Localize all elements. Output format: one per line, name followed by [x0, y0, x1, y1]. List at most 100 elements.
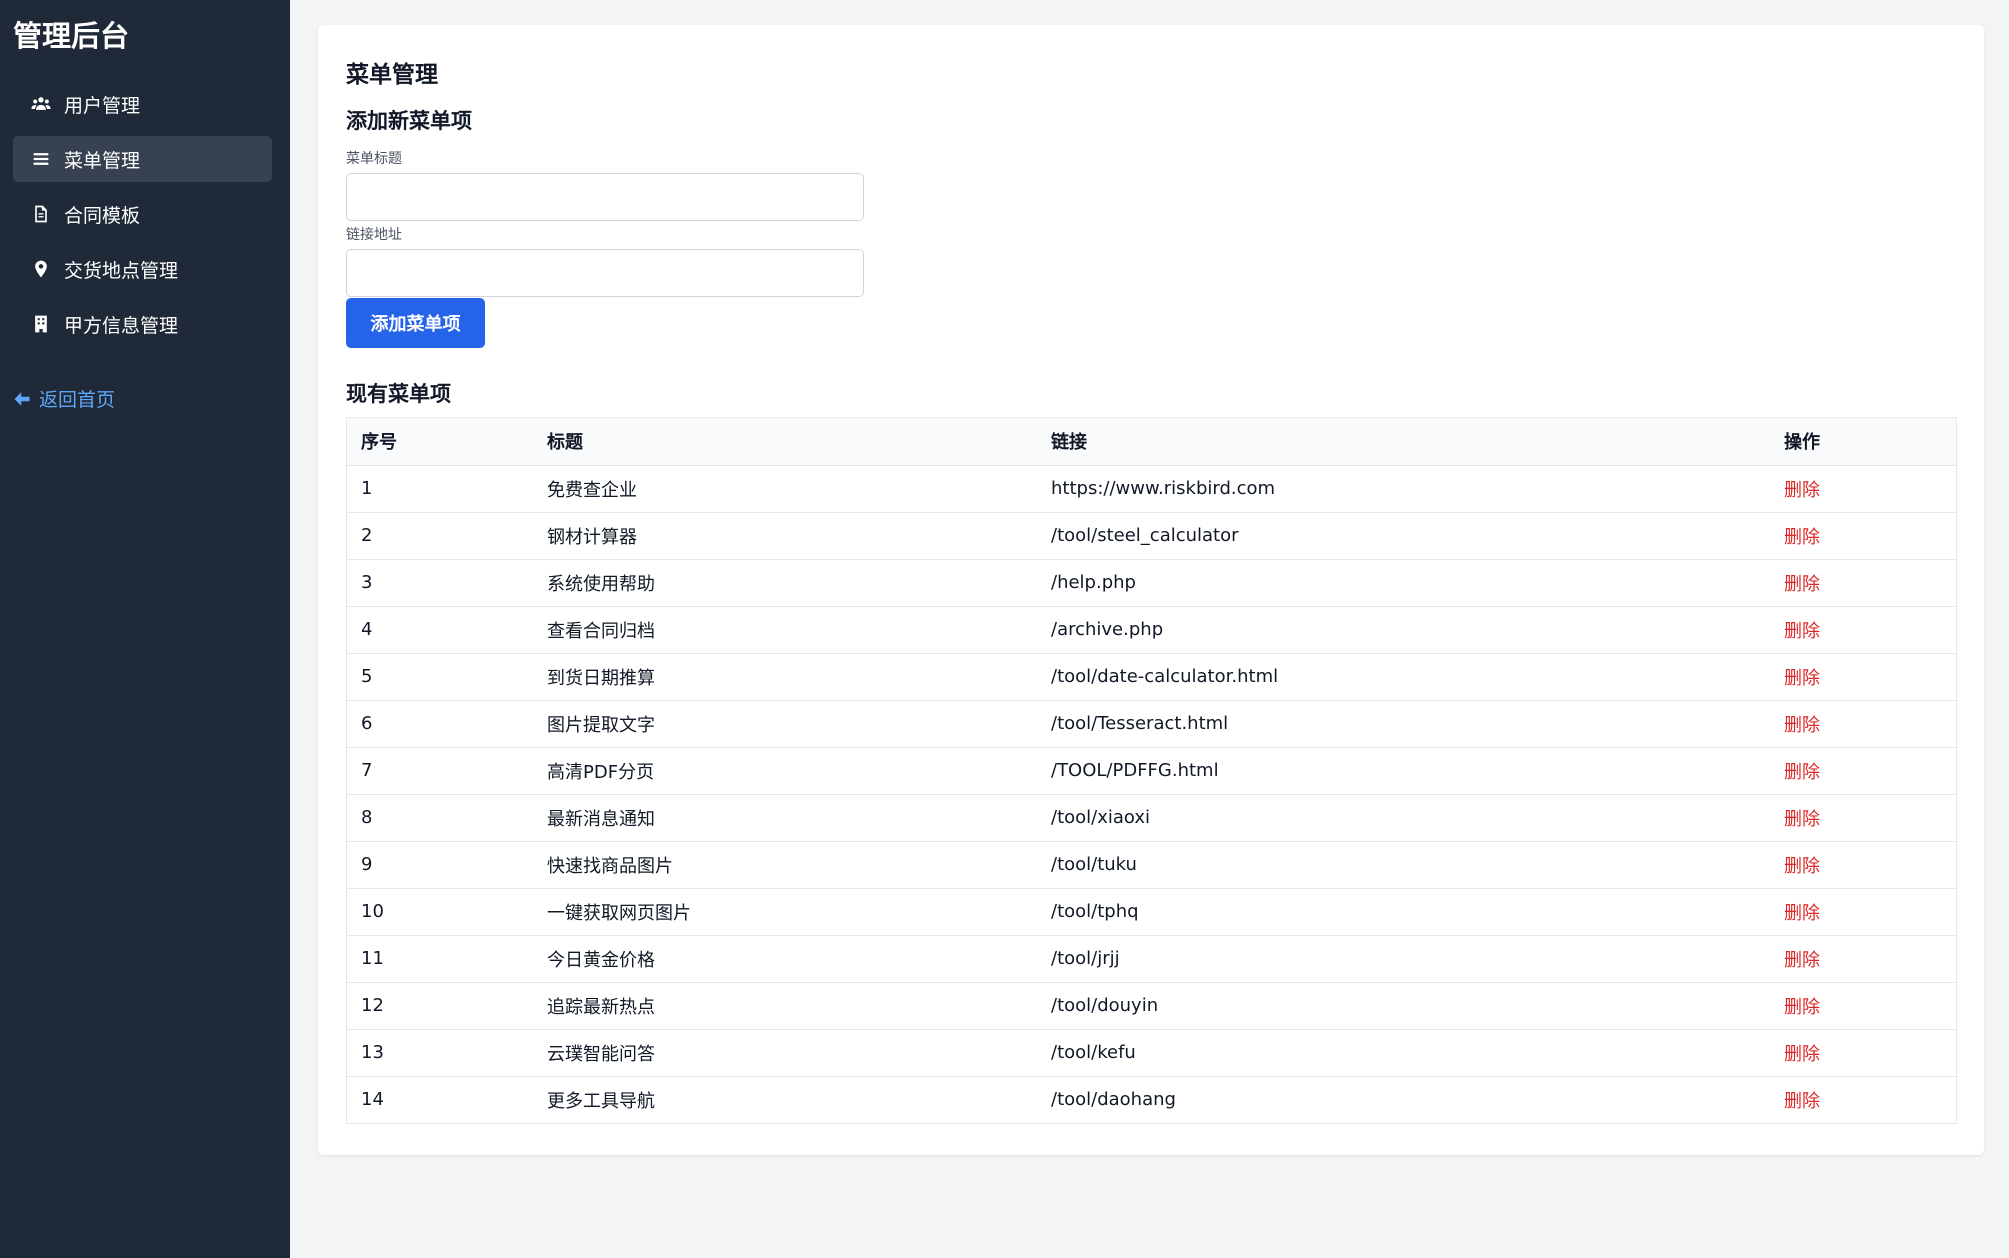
- table-row: 14 更多工具导航/tool/daohang 删除: [347, 1076, 1956, 1123]
- cell-link: /tool/steel_calculator: [1051, 525, 1239, 546]
- delete-link-cell: 删除: [1770, 888, 1956, 936]
- table-row: 6 图片提取文字/tool/Tesseract.html 删除: [347, 700, 1956, 748]
- delete-link-cell: 删除: [1770, 512, 1956, 560]
- cell-title: 快速找商品图片: [547, 855, 673, 877]
- cell-id: 10: [361, 901, 384, 922]
- delete-link[interactable]: 删除: [1784, 856, 1820, 877]
- cell-link: /tool/tphq: [1051, 901, 1139, 922]
- cell-id-cell: 6: [347, 700, 533, 748]
- menu-items-table: 序号 标题 链接 操作 1 免费查企业 https://www.riskbird.c…: [346, 417, 1957, 1124]
- sidebar-item-party-info[interactable]: 甲方信息管理: [13, 301, 272, 347]
- cell-link-cell: /help.php: [1037, 559, 1770, 607]
- delete-link[interactable]: 删除: [1784, 621, 1820, 642]
- delete-link-cell: 删除: [1770, 1076, 1956, 1123]
- delete-link[interactable]: 删除: [1784, 762, 1820, 783]
- table-row: 4 查看合同归档/archive.php 删除: [347, 606, 1956, 654]
- table-row: 5 到货日期推算/tool/date-calculator.html 删除: [347, 653, 1956, 701]
- table-header-row: 序号 标题 链接 操作: [347, 418, 1956, 466]
- cell-id: 13: [361, 1042, 384, 1063]
- cell-id-cell: 7: [347, 747, 533, 795]
- cell-title-cell: 查看合同归档: [533, 606, 1037, 654]
- cell-title: 到货日期推算: [547, 667, 655, 689]
- cell-link: /tool/douyin: [1051, 995, 1159, 1016]
- menu-title-label: 菜单标题: [346, 151, 402, 167]
- delete-link[interactable]: 删除: [1784, 1091, 1820, 1112]
- building-icon: [30, 313, 52, 335]
- sidebar: 管理后台 用户管理 菜单管理 合同模板 交货地点管理 甲方信息管理 返回首页: [0, 0, 290, 1258]
- cell-id-cell: 11: [347, 935, 533, 983]
- cell-link-cell: /tool/steel_calculator: [1037, 512, 1770, 560]
- cell-link: /tool/tuku: [1051, 854, 1137, 875]
- users-icon: [30, 93, 52, 115]
- cell-title-cell: 免费查企业: [533, 465, 1037, 513]
- cell-title: 系统使用帮助: [547, 573, 655, 595]
- cell-id: 14: [361, 1089, 384, 1111]
- cell-id: 1: [361, 478, 373, 499]
- sidebar-item-users[interactable]: 用户管理: [13, 81, 272, 127]
- page-title: 菜单管理: [346, 62, 438, 88]
- delete-link[interactable]: 删除: [1784, 809, 1820, 830]
- delete-link-cell: 删除: [1770, 794, 1956, 842]
- delete-link-cell: 删除: [1770, 982, 1956, 1030]
- sidebar-item-menu[interactable]: 菜单管理: [13, 136, 272, 182]
- link-url-input[interactable]: [346, 249, 864, 297]
- table-row: 9 快速找商品图片/tool/tuku 删除: [347, 841, 1956, 889]
- add-menu-item-button[interactable]: 添加菜单项: [346, 298, 485, 348]
- table-row: 12 追踪最新热点/tool/douyin 删除: [347, 982, 1956, 1030]
- file-icon: [30, 203, 52, 225]
- cell-title-cell: 云璞智能问答: [533, 1029, 1037, 1077]
- cell-id: 12: [361, 995, 384, 1016]
- cell-id-cell: 5: [347, 653, 533, 701]
- cell-title: 更多工具导航: [547, 1090, 655, 1112]
- cell-id: 2: [361, 525, 373, 546]
- cell-id: 8: [361, 807, 373, 828]
- cell-id-cell: 12: [347, 982, 533, 1030]
- sidebar-item-label: 用户管理: [64, 94, 141, 117]
- cell-title: 钢材计算器: [547, 526, 637, 548]
- cell-title-cell: 最新消息通知: [533, 794, 1037, 842]
- brand-title: 管理后台: [13, 19, 130, 53]
- cell-title-cell: 快速找商品图片: [533, 841, 1037, 889]
- cell-link: /tool/Tesseract.html: [1051, 713, 1229, 734]
- cell-link: /archive.php: [1051, 619, 1164, 640]
- cell-title-cell: 到货日期推算: [533, 653, 1037, 701]
- existing-items-heading: 现有菜单项: [346, 382, 451, 406]
- cell-title-cell: 系统使用帮助: [533, 559, 1037, 607]
- cell-title: 高清PDF分页: [547, 761, 655, 783]
- column-header-id: 序号: [347, 418, 533, 466]
- table-row: 7 高清PDF分页/TOOL/PDFFG.html 删除: [347, 747, 1956, 795]
- delete-link-cell: 删除: [1770, 841, 1956, 889]
- delete-link[interactable]: 删除: [1784, 903, 1820, 924]
- cell-id-cell: 13: [347, 1029, 533, 1077]
- cell-link-cell: /archive.php: [1037, 606, 1770, 654]
- sidebar-item-delivery-location[interactable]: 交货地点管理: [13, 246, 272, 292]
- cell-link-cell: /tool/daohang: [1037, 1076, 1770, 1123]
- delete-link[interactable]: 删除: [1784, 480, 1820, 501]
- delete-link[interactable]: 删除: [1784, 950, 1820, 971]
- delete-link[interactable]: 删除: [1784, 574, 1820, 595]
- back-home-link[interactable]: 返回首页: [13, 385, 115, 412]
- delete-link[interactable]: 删除: [1784, 997, 1820, 1018]
- table-row: 11 今日黄金价格/tool/jrjj 删除: [347, 935, 1956, 983]
- cell-link: /tool/jrjj: [1051, 948, 1120, 969]
- sidebar-item-contract-template[interactable]: 合同模板: [13, 191, 272, 237]
- cell-link-cell: /tool/date-calculator.html: [1037, 653, 1770, 701]
- sidebar-item-label: 交货地点管理: [64, 259, 179, 282]
- cell-title: 今日黄金价格: [547, 949, 655, 971]
- add-form-heading: 添加新菜单项: [346, 109, 472, 133]
- column-header-link: 链接: [1037, 418, 1770, 466]
- delete-link[interactable]: 删除: [1784, 527, 1820, 548]
- cell-id-cell: 10: [347, 888, 533, 936]
- cell-link-cell: /tool/douyin: [1037, 982, 1770, 1030]
- cell-link: /TOOL/PDFFG.html: [1051, 760, 1219, 781]
- cell-id-cell: 8: [347, 794, 533, 842]
- delete-link[interactable]: 删除: [1784, 715, 1820, 736]
- delete-link[interactable]: 删除: [1784, 1044, 1820, 1065]
- cell-title: 最新消息通知: [547, 808, 655, 830]
- cell-id-cell: 3: [347, 559, 533, 607]
- delete-link-cell: 删除: [1770, 747, 1956, 795]
- delete-link[interactable]: 删除: [1784, 668, 1820, 689]
- delete-link-cell: 删除: [1770, 1029, 1956, 1077]
- menu-title-input[interactable]: [346, 173, 864, 221]
- cell-title-cell: 今日黄金价格: [533, 935, 1037, 983]
